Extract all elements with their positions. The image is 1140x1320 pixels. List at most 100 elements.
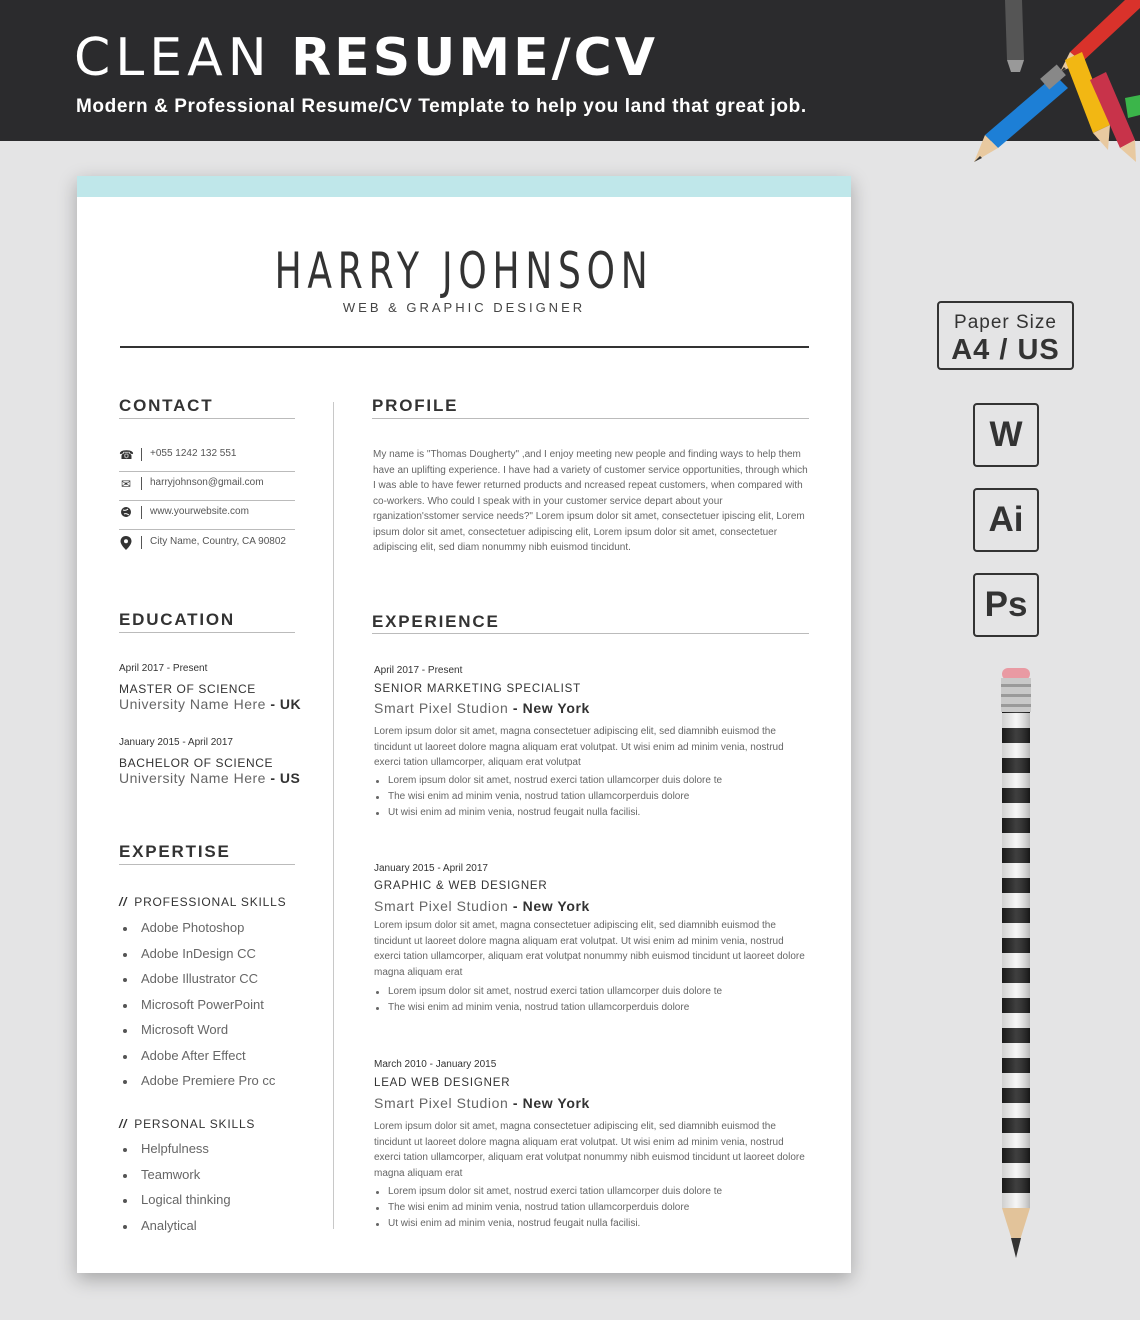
header-rule [120,346,809,348]
job-company: Smart Pixel Studion - New York [374,898,590,914]
contact-email-text: harryjohnson@gmail.com [150,477,264,488]
education-degree: BACHELOR OF SCIENCE [119,756,274,770]
green-pencil [1125,95,1140,118]
photoshop-icon: Ps [973,573,1039,637]
job-bullet: The wisi enim ad minim venia, nostrud ta… [374,1000,804,1016]
contact-separator [141,536,142,549]
banner-title: CLEAN RESUME/CV [74,28,658,88]
job-bullets: Lorem ipsum dolor sit amet, nostrud exer… [374,984,804,1016]
job-bullet: Ut wisi enim ad minim venia, nostrud feu… [374,1216,804,1232]
contact-address-text: City Name, Country, CA 90802 [150,536,286,547]
mail-icon: ✉ [120,477,132,491]
contact-title: CONTACT [119,396,214,415]
education-date: January 2015 - April 2017 [119,737,233,748]
skill-item: Teamwork [119,1167,231,1193]
skill-item: Microsoft Word [119,1022,275,1048]
job-city: New York [522,1095,590,1111]
paper-size-value: A4 / US [951,334,1060,366]
professional-skills-heading: // PROFESSIONAL SKILLS [119,895,286,909]
education-title: EDUCATION [119,610,235,629]
job-title: GRAPHIC & WEB DESIGNER [374,880,548,892]
paper-size-label: Paper Size [954,312,1057,333]
colored-pencils-illustration [974,0,1140,162]
education-degree: MASTER OF SCIENCE [119,682,256,696]
personal-skills-list: Helpfulness Teamwork Logical thinking An… [119,1141,231,1243]
contact-separator [141,506,142,519]
contact-phone: ☎ +055 1242 132 551 [119,442,295,472]
contact-website-text: www.yourwebsite.com [150,506,249,517]
skill-item: Adobe Illustrator CC [119,971,275,997]
job-bullets: Lorem ipsum dolor sit amet, nostrud exer… [374,1184,804,1232]
personal-skills-heading: // PERSONAL SKILLS [119,1117,255,1131]
job-separator: - [508,1095,523,1111]
experience-title-line [372,633,809,634]
blue-pencil [974,64,1068,162]
education-country: US [279,770,301,786]
job-description: Lorem ipsum dolor sit amet, magna consec… [374,920,805,978]
job-bullet: The wisi enim ad minim venia, nostrud ta… [374,1200,804,1216]
banner-title-light: CLEAN [74,28,272,88]
education-school: University Name Here - US [119,770,300,786]
location-icon [119,536,133,550]
striped-pencil-illustration [1001,668,1031,1258]
skill-item: Adobe Photoshop [119,920,275,946]
job-company-name: Smart Pixel Studion [374,1095,509,1111]
job-company: Smart Pixel Studion - New York [374,700,590,716]
profile-text: My name is "Thomas Dougherty" ,and I enj… [373,449,808,553]
job-company-name: Smart Pixel Studion [374,898,509,914]
skill-item: Adobe InDesign CC [119,946,275,972]
job-date: April 2017 - Present [374,665,463,676]
job-date: March 2010 - January 2015 [374,1059,497,1070]
accent-bar [77,176,851,197]
job-bullet: Lorem ipsum dolor sit amet, nostrud exer… [374,1184,804,1200]
contact-separator [141,448,142,461]
education-school-name: University Name Here [119,696,266,712]
skills-marker: // [119,1117,128,1131]
contact-title-line [119,418,295,419]
job-description: Lorem ipsum dolor sit amet, magna consec… [374,1121,805,1179]
resume-sheet: HARRY JOHNSON WEB & GRAPHIC DESIGNER CON… [77,176,851,1273]
education-date: April 2017 - Present [119,663,208,674]
contact-email: ✉ harryjohnson@gmail.com [119,471,295,501]
globe-icon [119,506,133,520]
job-city: New York [522,898,590,914]
education-country: UK [279,696,302,712]
professional-skills-title: PROFESSIONAL SKILLS [134,895,287,909]
skill-item: Adobe After Effect [119,1048,275,1074]
education-title-line [119,632,295,633]
illustrator-icon: Ai [973,488,1039,552]
resume-role: WEB & GRAPHIC DESIGNER [342,300,586,315]
job-date: January 2015 - April 2017 [374,863,488,874]
expertise-title: EXPERTISE [119,842,231,861]
contact-website: www.yourwebsite.com [119,500,295,530]
job-title: SENIOR MARKETING SPECIALIST [374,683,581,695]
job-city: New York [522,700,590,716]
personal-skills-title: PERSONAL SKILLS [134,1117,256,1131]
job-bullet: Ut wisi enim ad minim venia, nostrud feu… [374,805,804,821]
profile-title: PROFILE [372,396,459,415]
job-separator: - [508,898,523,914]
job-company-name: Smart Pixel Studion [374,700,509,716]
word-icon: W [973,403,1039,467]
job-bullet: Lorem ipsum dolor sit amet, nostrud exer… [374,984,804,1000]
skill-item: Analytical [119,1218,231,1244]
expertise-title-line [119,864,295,865]
profile-title-line [372,418,809,419]
contact-separator [141,477,142,490]
resume-name: HARRY JOHNSON [274,242,654,300]
contact-address: City Name, Country, CA 90802 [119,530,295,559]
job-description: Lorem ipsum dolor sit amet, magna consec… [374,726,784,768]
skills-marker: // [119,895,128,909]
experience-title: EXPERIENCE [372,612,500,631]
skill-item: Helpfulness [119,1141,231,1167]
skill-item: Adobe Premiere Pro cc [119,1073,275,1099]
gray-pencil [1005,0,1024,72]
job-company: Smart Pixel Studion - New York [374,1095,590,1111]
paper-size-badge: Paper Size A4 / US [937,301,1074,370]
skill-item: Logical thinking [119,1192,231,1218]
column-divider [333,402,334,1229]
job-separator: - [508,700,523,716]
professional-skills-list: Adobe Photoshop Adobe InDesign CC Adobe … [119,920,275,1099]
banner-subtitle: Modern & Professional Resume/CV Template… [76,96,807,117]
contact-phone-text: +055 1242 132 551 [150,448,237,459]
